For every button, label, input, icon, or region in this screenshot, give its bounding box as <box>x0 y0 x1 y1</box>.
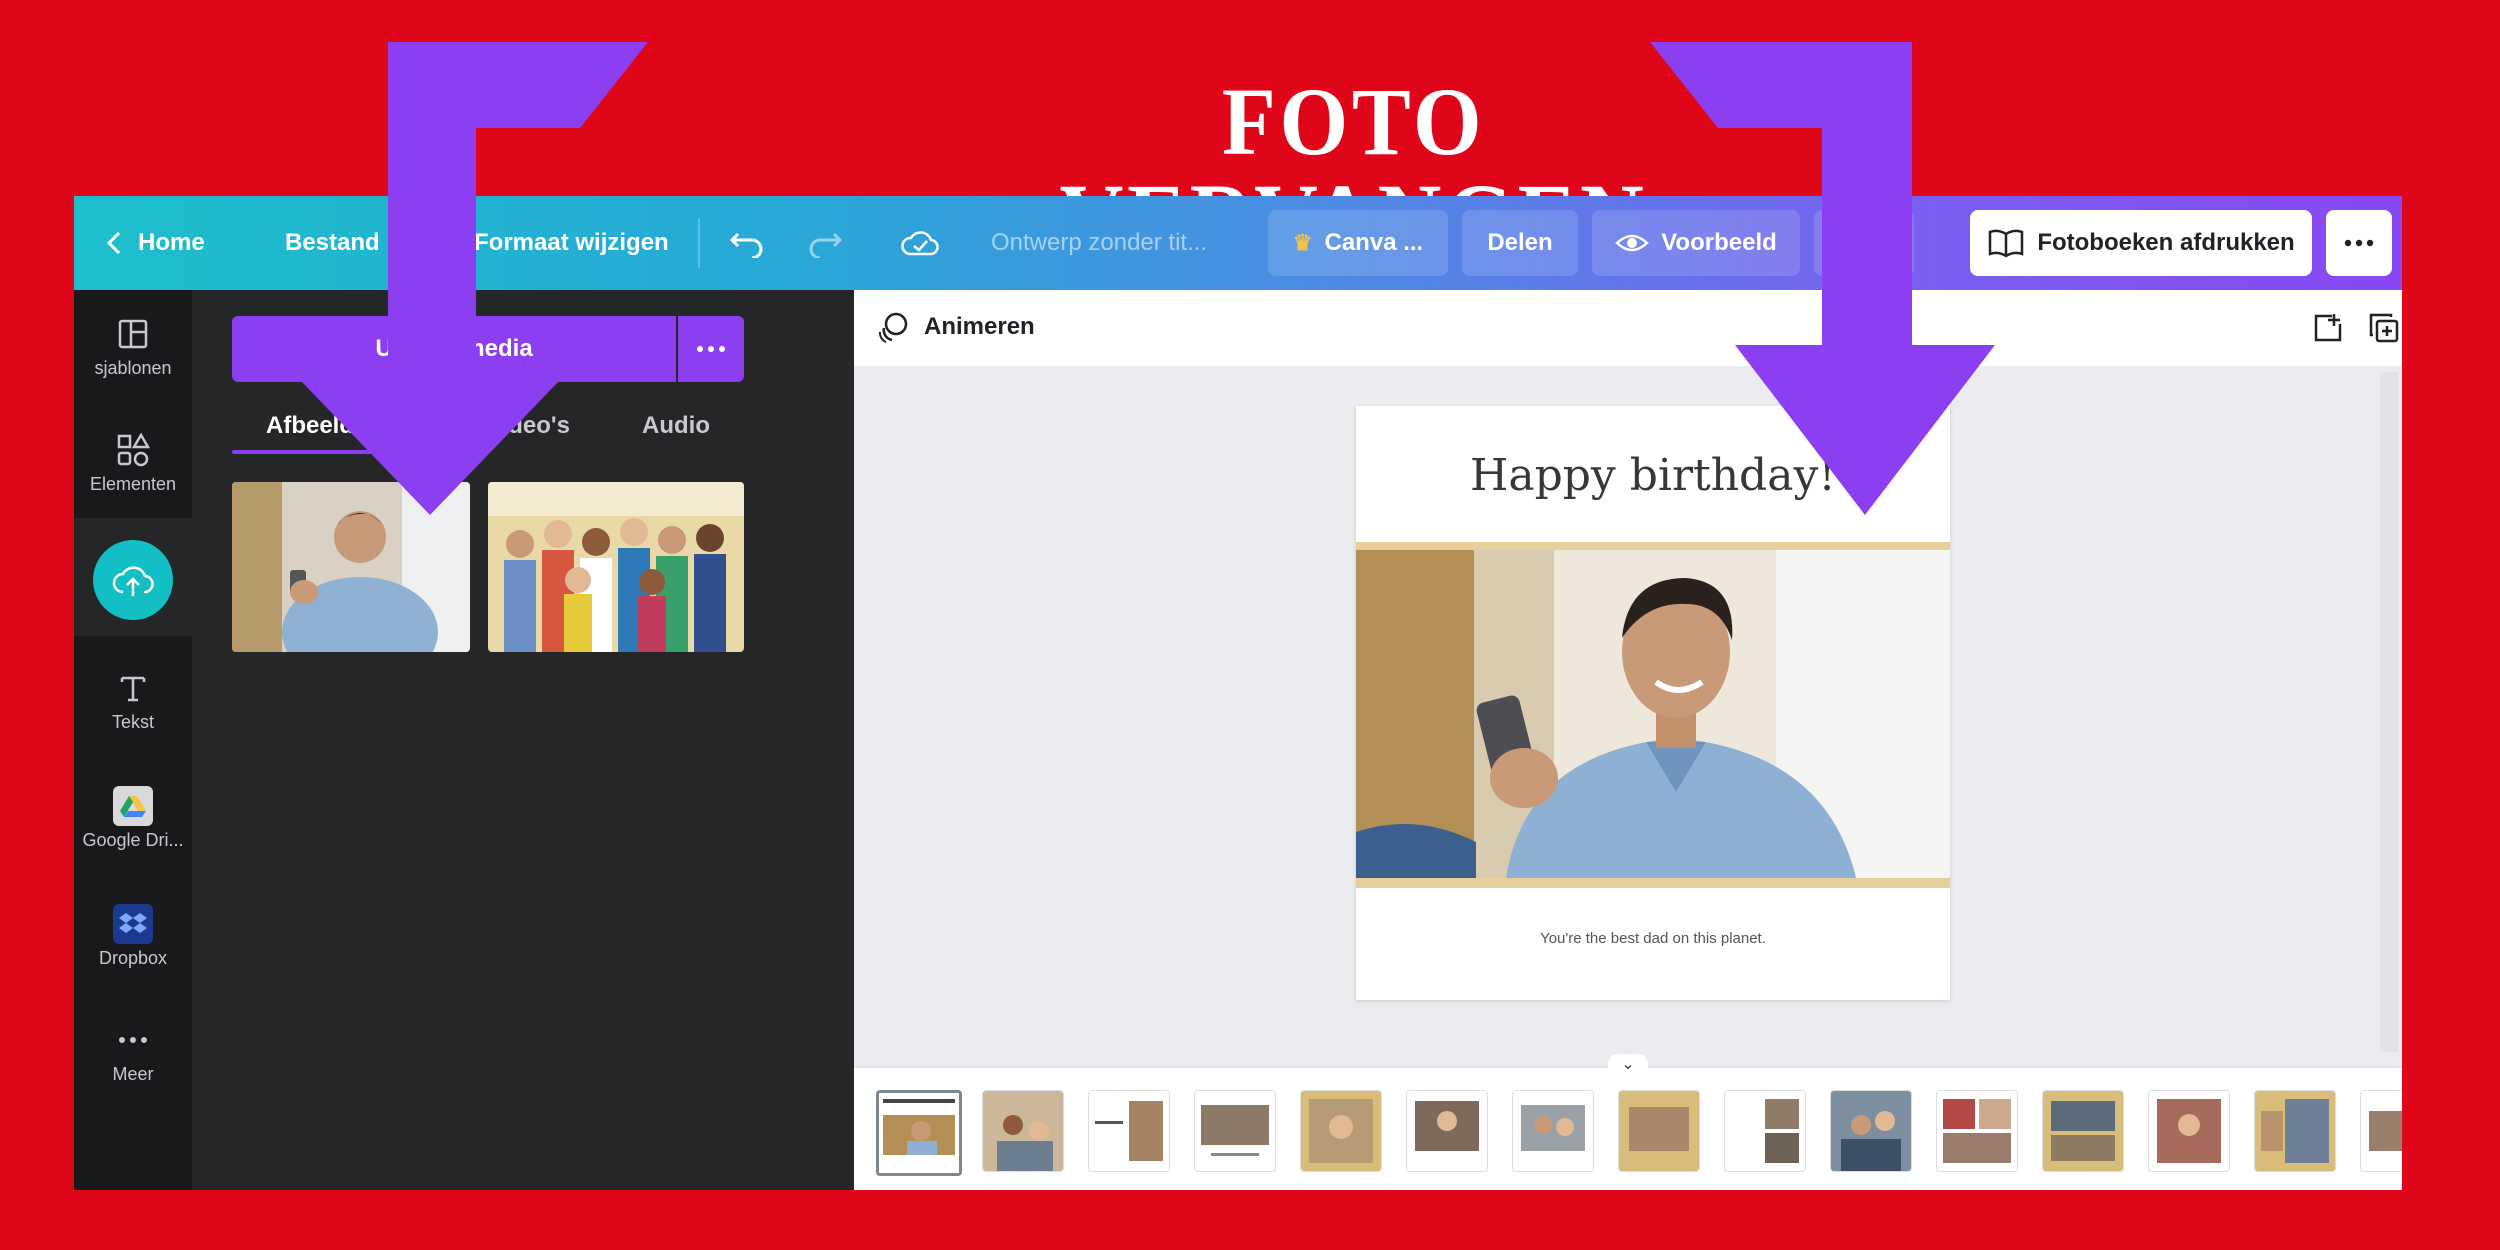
rail-elements[interactable]: Elementen <box>74 430 192 495</box>
home-label: Home <box>138 229 205 256</box>
rail-google-drive-label: Google Dri... <box>82 830 184 850</box>
rail-more-label: Meer <box>112 1064 154 1084</box>
file-menu[interactable]: Bestand <box>285 196 380 290</box>
group-photo <box>488 482 744 652</box>
rail-uploads[interactable] <box>93 540 173 620</box>
tab-videos[interactable]: Video's <box>486 400 570 452</box>
undo-icon <box>729 232 763 258</box>
duplicate-page-button[interactable] <box>2368 312 2400 349</box>
page-thumb[interactable] <box>2042 1090 2124 1172</box>
design-canvas: Happy birthday! You're the best dad on t… <box>854 366 2402 1066</box>
crown-icon: ♛ <box>1292 230 1313 255</box>
google-drive-icon <box>120 796 146 817</box>
page-thumb[interactable] <box>1406 1090 1488 1172</box>
canva-pro-label: Canva ... <box>1324 229 1424 256</box>
share-button[interactable]: Delen <box>1462 210 1578 276</box>
page-thumb[interactable] <box>2360 1090 2402 1172</box>
man-phone-photo <box>232 482 470 652</box>
page-thumb[interactable] <box>1618 1090 1700 1172</box>
page-thumb[interactable] <box>982 1090 1064 1172</box>
side-rail: sjablonen Elementen Tekst Google Dri... … <box>74 290 192 1190</box>
rail-more[interactable]: Meer <box>74 1020 192 1085</box>
home-button[interactable]: Home <box>104 196 205 290</box>
preview-label: Voorbeeld <box>1661 229 1777 256</box>
active-tab-indicator <box>232 450 408 454</box>
design-page[interactable]: Happy birthday! You're the best dad on t… <box>1356 406 1950 1000</box>
templates-icon <box>118 319 148 349</box>
more-icon <box>697 346 725 352</box>
uploaded-image-group-students[interactable] <box>488 482 744 652</box>
page-thumb[interactable] <box>1830 1090 1912 1172</box>
print-photobooks-label: Fotoboeken afdrukken <box>2037 229 2295 256</box>
page-thumb[interactable] <box>1936 1090 2018 1172</box>
page-photo-frame[interactable] <box>1356 542 1950 888</box>
page-thumb[interactable] <box>1088 1090 1170 1172</box>
uploaded-image-man-phone[interactable] <box>232 482 470 652</box>
duplicate-icon <box>2369 313 2399 343</box>
page-thumb[interactable] <box>2254 1090 2336 1172</box>
animate-icon <box>878 312 908 343</box>
chevron-down-icon[interactable]: ⌄ <box>1608 1054 1648 1074</box>
chevron-left-icon <box>106 231 121 255</box>
rail-dropbox-label: Dropbox <box>98 948 168 968</box>
cloud-check-icon <box>901 231 939 256</box>
redo-icon <box>809 232 843 258</box>
upload-more-button[interactable] <box>678 316 744 382</box>
resize-menu[interactable]: Formaat wijzigen <box>474 196 669 290</box>
upload-media-button[interactable]: Upload media <box>232 316 676 382</box>
print-photobooks-button[interactable]: Fotoboeken afdrukken <box>1970 210 2312 276</box>
download-icon <box>1852 229 1876 258</box>
rail-templates[interactable]: sjablonen <box>74 314 192 379</box>
divider <box>698 218 700 268</box>
rail-text-label: Tekst <box>111 712 154 732</box>
animate-label: Animeren <box>924 313 1035 340</box>
rail-google-drive[interactable]: Google Dri... <box>74 786 192 851</box>
page-thumb[interactable] <box>1300 1090 1382 1172</box>
rail-text[interactable]: Tekst <box>74 668 192 733</box>
add-page-button[interactable] <box>2312 312 2344 349</box>
page-thumb[interactable] <box>1194 1090 1276 1172</box>
page-thumb[interactable] <box>1724 1090 1806 1172</box>
download-button[interactable] <box>1814 210 1914 276</box>
preview-button[interactable]: Voorbeeld <box>1592 210 1800 276</box>
page-filmstrip: ⌄ <box>854 1054 2402 1190</box>
uploads-panel: Upload media Afbeeldingen Video's Audio <box>192 290 854 1190</box>
document-title[interactable]: Ontwerp zonder tit... <box>991 196 1207 290</box>
page-thumb[interactable] <box>1512 1090 1594 1172</box>
elements-icon <box>117 433 150 467</box>
cloud-saved-button[interactable] <box>900 196 940 290</box>
canva-editor: Home Bestand Formaat wijzigen Ontwerp zo… <box>74 196 2402 1190</box>
canva-pro-button[interactable]: ♛ Canva ... <box>1268 210 1448 276</box>
rail-dropbox[interactable]: Dropbox <box>74 904 192 969</box>
redo-button[interactable] <box>806 196 844 290</box>
dropbox-icon <box>119 913 147 933</box>
text-icon <box>120 676 146 702</box>
tab-images[interactable]: Afbeeldingen <box>266 400 418 452</box>
animate-button[interactable]: Animeren <box>876 310 1035 344</box>
tab-audio[interactable]: Audio <box>642 400 710 452</box>
add-page-icon <box>2314 314 2342 342</box>
rail-elements-label: Elementen <box>89 474 177 494</box>
page-caption[interactable]: You're the best dad on this planet. <box>1356 930 1950 947</box>
man-phone-photo <box>1356 542 1950 888</box>
page-title[interactable]: Happy birthday! <box>1356 450 1950 501</box>
more-options-button[interactable] <box>2326 210 2392 276</box>
canvas-header: Animeren <box>854 290 2402 366</box>
cloud-upload-icon <box>112 566 154 596</box>
rail-templates-label: sjablonen <box>94 358 172 378</box>
eye-icon <box>1615 234 1650 252</box>
vertical-scrollbar[interactable] <box>2380 372 2398 1052</box>
book-icon <box>1989 229 2024 258</box>
undo-button[interactable] <box>728 196 766 290</box>
top-bar: Home Bestand Formaat wijzigen Ontwerp zo… <box>74 196 2402 290</box>
more-icon <box>119 1037 147 1043</box>
page-thumb[interactable] <box>876 1090 962 1176</box>
page-thumb[interactable] <box>2148 1090 2230 1172</box>
more-icon <box>2344 239 2374 247</box>
